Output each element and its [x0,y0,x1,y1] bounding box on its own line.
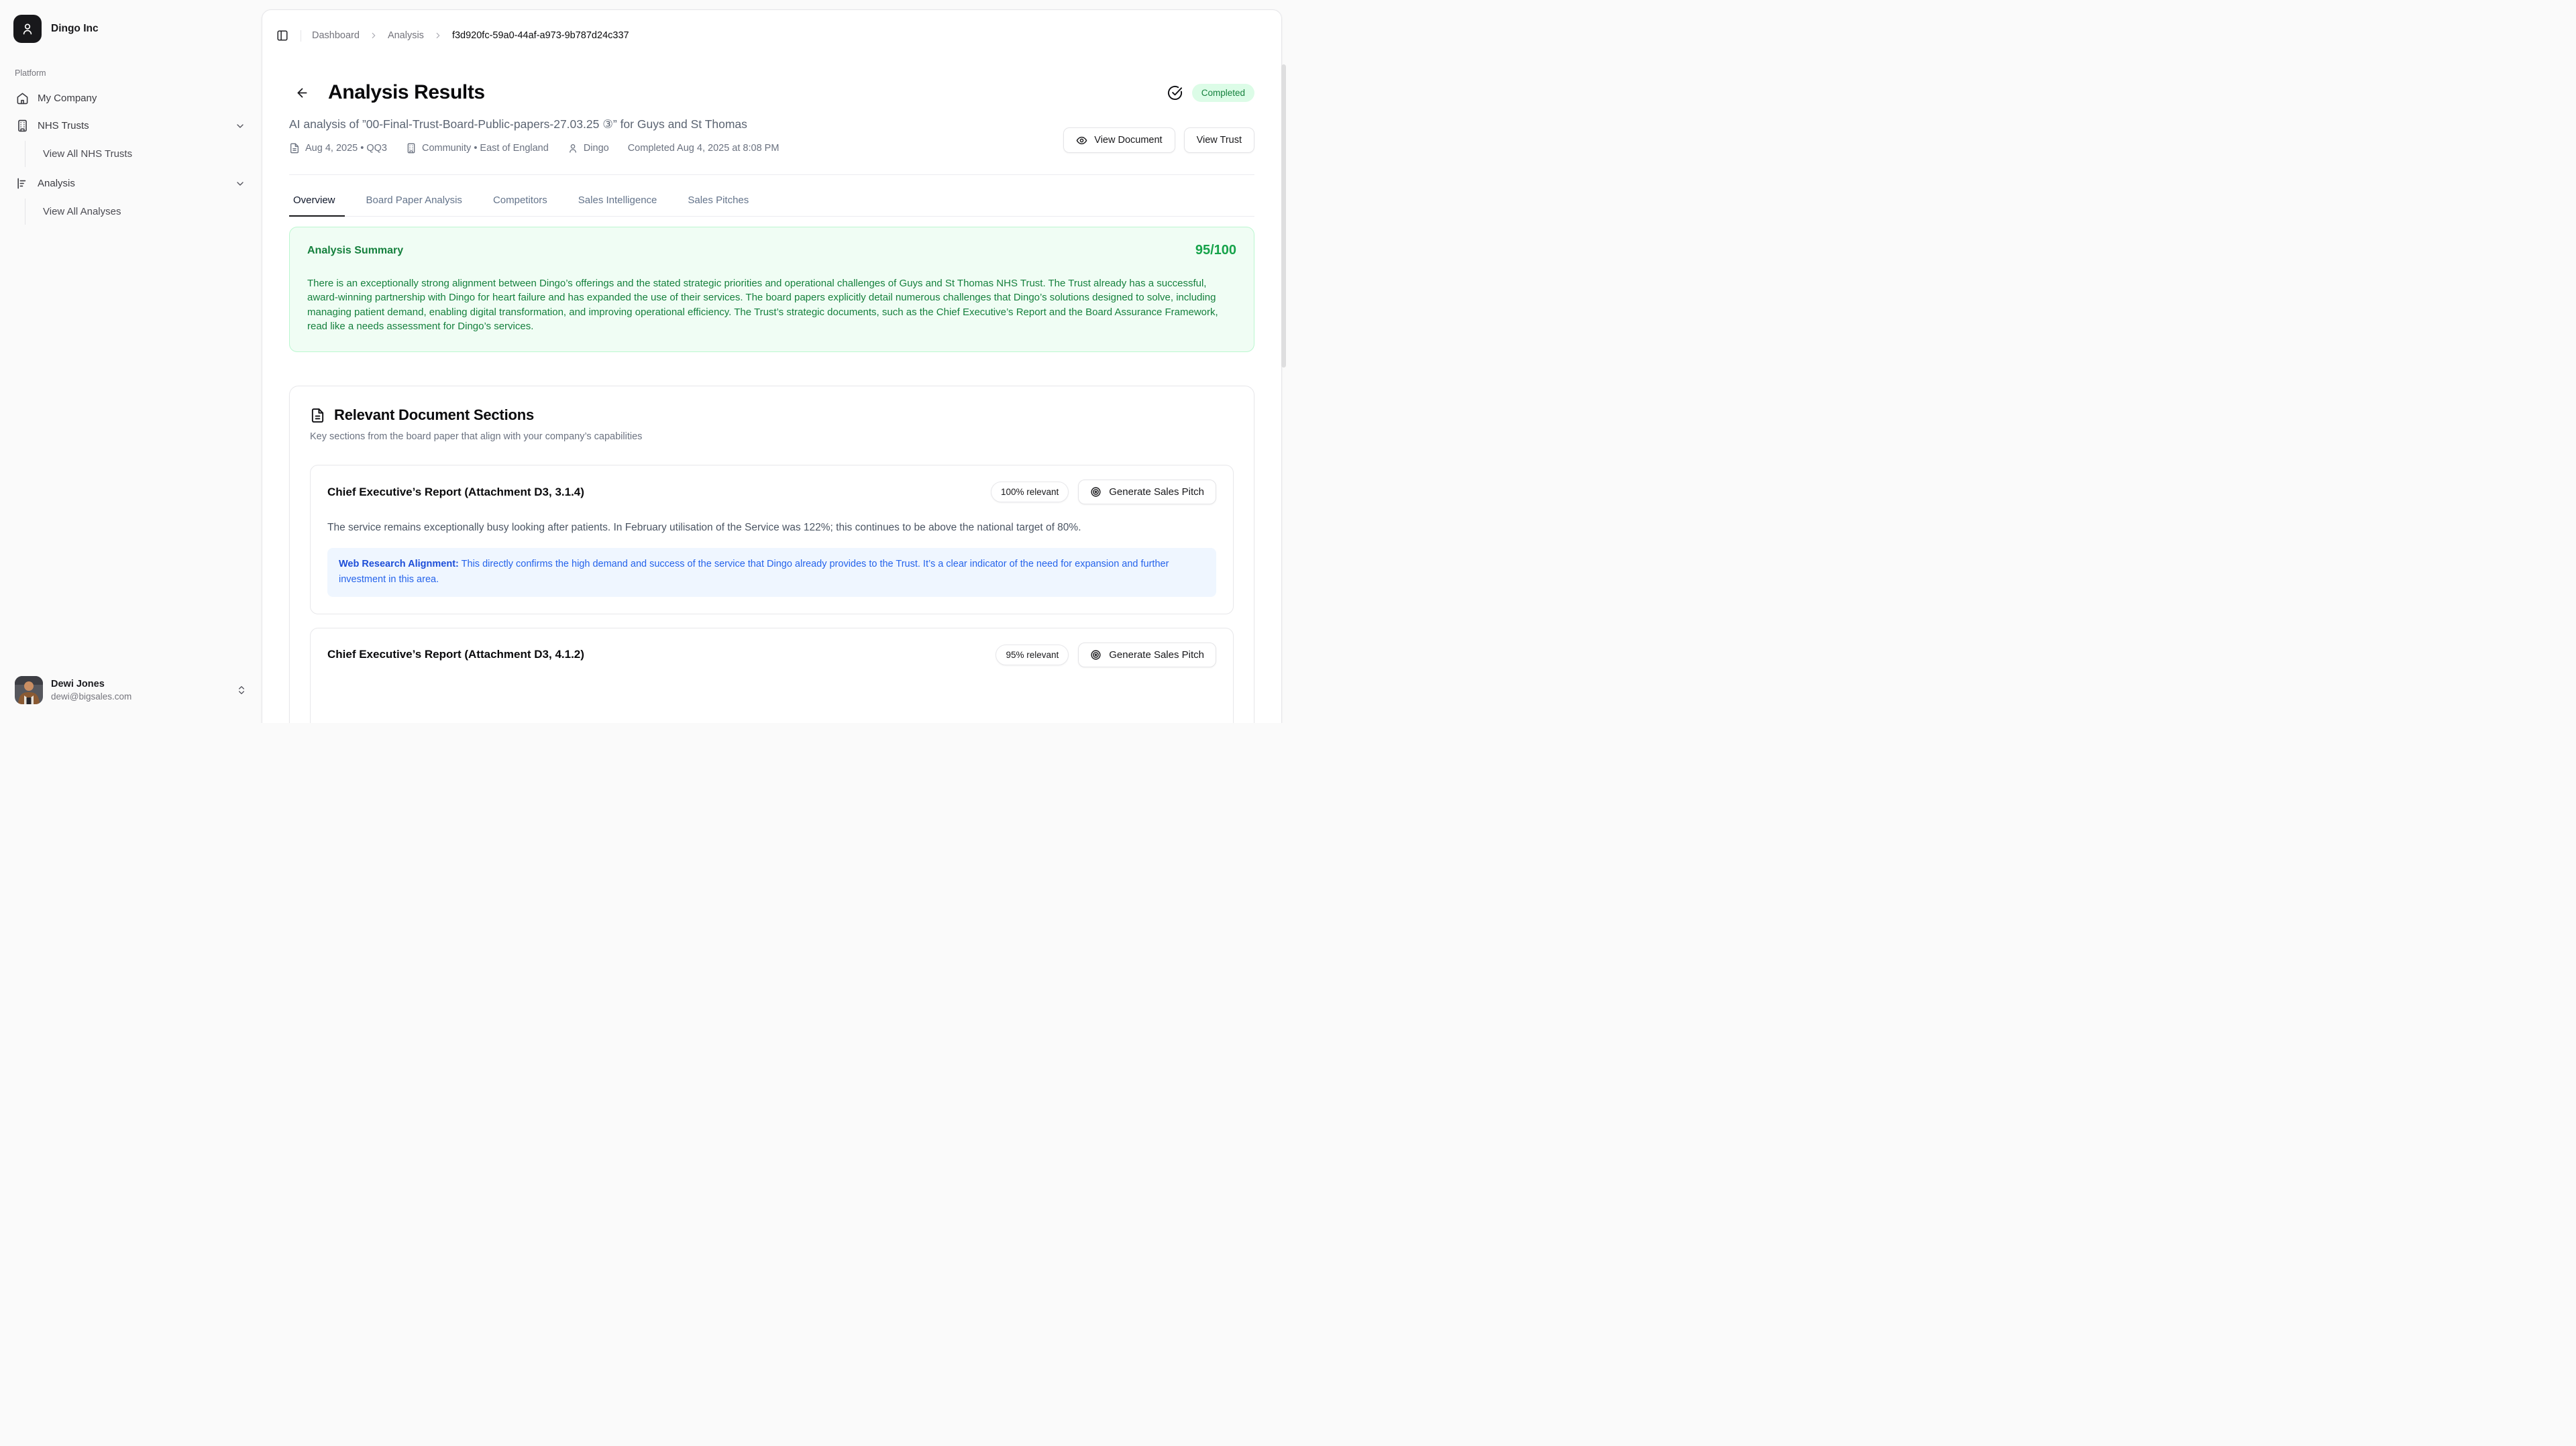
check-circle-icon [1167,85,1183,101]
breadcrumb: Dashboard Analysis f3d920fc-59a0-44af-a9… [312,30,629,41]
header-sub-row: AI analysis of ”00-Final-Trust-Board-Pub… [289,117,1254,154]
sidebar-item-label: My Company [38,93,97,104]
sections-head: Relevant Document Sections [310,406,1234,424]
page-title: Analysis Results [328,81,485,104]
note-label: Web Research Alignment: [339,559,459,569]
tab-overview[interactable]: Overview [289,186,345,216]
summary-title: Analysis Summary [307,245,403,257]
web-research-alignment-note: Web Research Alignment: This directly co… [327,548,1216,596]
tab-board-paper-analysis[interactable]: Board Paper Analysis [357,186,472,216]
chevron-down-icon [235,121,246,131]
header-sub-left: AI analysis of ”00-Final-Trust-Board-Pub… [289,117,1043,154]
chevrons-up-down-icon [236,685,247,696]
user-name: Dewi Jones [51,678,228,690]
tab-competitors[interactable]: Competitors [484,186,557,216]
panel-left-icon [276,30,288,42]
building-icon [16,119,29,132]
header-actions: View Document View Trust [1063,127,1254,153]
topbar: Dashboard Analysis f3d920fc-59a0-44af-a9… [262,10,1281,45]
tab-sales-pitches[interactable]: Sales Pitches [678,186,758,216]
view-document-button[interactable]: View Document [1063,127,1175,153]
meta-region: Community • East of England [406,143,549,154]
analysis-subtitle: AI analysis of ”00-Final-Trust-Board-Pub… [289,117,1043,131]
scrollbar[interactable] [1281,64,1286,368]
user-icon [21,22,34,36]
view-trust-button[interactable]: View Trust [1184,127,1254,153]
file-text-icon [289,143,300,154]
summary-body: There is an exceptionally strong alignme… [307,276,1236,333]
sidebar-item-label: NHS Trusts [38,120,89,131]
sidebar-item-label: View All Analyses [43,206,121,217]
sidebar-section-label: Platform [11,68,251,78]
meta-date: Aug 4, 2025 • QQ3 [289,143,387,154]
sidebar-subnav-nhs: View All NHS Trusts [25,141,251,167]
meta-company: Dingo [568,143,609,154]
doc-section-title: Chief Executive’s Report (Attachment D3,… [327,486,584,499]
chart-icon [16,177,29,190]
breadcrumb-analysis[interactable]: Analysis [388,30,424,41]
title-row: Analysis Results Completed [289,80,1254,105]
target-icon [1090,649,1102,661]
relevant-sections-card: Relevant Document Sections Key sections … [289,386,1254,723]
sidebar-item-analysis[interactable]: Analysis [11,170,251,197]
status-area: Completed [1167,84,1254,102]
doc-section-title: Chief Executive’s Report (Attachment D3,… [327,648,584,661]
user-meta: Dewi Jones dewi@bigsales.com [51,678,228,703]
company-logo [13,15,42,43]
user-email: dewi@bigsales.com [51,691,228,703]
sections-subtitle: Key sections from the board paper that a… [310,431,1234,442]
sidebar: Dingo Inc Platform My Company NHS Trusts… [0,0,262,723]
sidebar-item-nhs-trusts[interactable]: NHS Trusts [11,112,251,140]
meta-row: Aug 4, 2025 • QQ3 Community • East of En… [289,143,1043,154]
content: Analysis Results Completed AI analysis o… [262,80,1281,723]
chevron-right-icon [433,31,443,40]
doc-card-head: Chief Executive’s Report (Attachment D3,… [327,480,1216,504]
relevance-badge: 95% relevant [996,645,1069,665]
meta-completed-at: Completed Aug 4, 2025 at 8:08 PM [628,143,780,154]
sidebar-item-label: Analysis [38,178,75,189]
divider [289,174,1254,175]
document-section-card: Chief Executive’s Report (Attachment D3,… [310,465,1234,614]
note-body: This directly confirms the high demand a… [339,559,1169,585]
eye-icon [1076,135,1087,146]
chevron-down-icon [235,178,246,189]
org-switcher[interactable]: Dingo Inc [11,11,251,47]
home-icon [16,92,29,105]
sidebar-item-my-company[interactable]: My Company [11,85,251,112]
sections-title: Relevant Document Sections [334,406,534,424]
sidebar-subnav-analysis: View All Analyses [25,199,251,225]
summary-head: Analysis Summary 95/100 [307,243,1236,258]
summary-score: 95/100 [1195,243,1236,258]
arrow-left-icon [295,86,309,100]
analysis-summary-card: Analysis Summary 95/100 There is an exce… [289,227,1254,352]
status-badge: Completed [1192,84,1254,102]
breadcrumb-dashboard[interactable]: Dashboard [312,30,360,41]
sidebar-nav: My Company NHS Trusts View All NHS Trust… [11,85,251,227]
relevance-badge: 100% relevant [991,482,1069,502]
company-name: Dingo Inc [51,23,99,35]
generate-sales-pitch-button[interactable]: Generate Sales Pitch [1078,643,1216,667]
avatar [15,676,43,704]
user-menu[interactable]: Dewi Jones dewi@bigsales.com [11,672,251,708]
breadcrumb-current-id: f3d920fc-59a0-44af-a973-9b787d24c337 [452,30,629,41]
tab-sales-intelligence[interactable]: Sales Intelligence [569,186,667,216]
main-panel: Dashboard Analysis f3d920fc-59a0-44af-a9… [262,9,1282,723]
tab-bar: Overview Board Paper Analysis Competitor… [289,186,1254,217]
doc-card-head: Chief Executive’s Report (Attachment D3,… [327,643,1216,667]
sidebar-item-view-all-analyses[interactable]: View All Analyses [25,199,251,225]
generate-sales-pitch-button[interactable]: Generate Sales Pitch [1078,480,1216,504]
document-section-card: Chief Executive’s Report (Attachment D3,… [310,628,1234,723]
target-icon [1090,486,1102,498]
sidebar-item-view-all-nhs-trusts[interactable]: View All NHS Trusts [25,141,251,167]
chevron-right-icon [369,31,378,40]
sidebar-toggle-button[interactable] [272,25,292,46]
sidebar-item-label: View All NHS Trusts [43,148,132,160]
doc-section-excerpt: The service remains exceptionally busy l… [327,520,1216,536]
app-window: Dingo Inc Platform My Company NHS Trusts… [0,0,1288,723]
user-icon [568,143,578,154]
back-button[interactable] [289,80,315,105]
file-text-icon [310,408,325,423]
building-icon [406,143,417,154]
